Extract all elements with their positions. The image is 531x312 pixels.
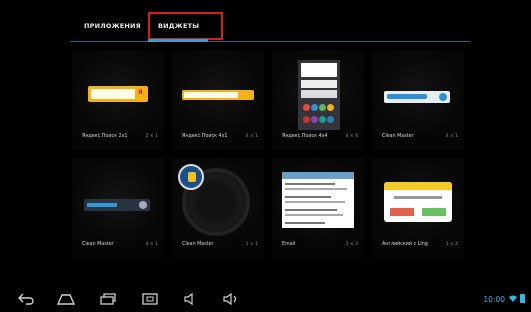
- wifi-icon: [509, 294, 517, 302]
- widget-preview: [372, 50, 464, 134]
- screenshot-icon[interactable]: [138, 292, 162, 308]
- widget-size: 2 × 1: [145, 134, 158, 139]
- widget-label: Email: [282, 242, 296, 247]
- email-preview: [282, 172, 354, 228]
- battery-icon: [520, 294, 525, 303]
- widget-size: 4 × 4: [345, 134, 358, 139]
- volume-up-icon[interactable]: [220, 292, 244, 308]
- email-line: [285, 214, 343, 216]
- back-icon[interactable]: [14, 292, 38, 308]
- boost-icon: [139, 201, 147, 209]
- email-line: [285, 209, 337, 211]
- home-icon[interactable]: [54, 292, 78, 308]
- widget-clean-master-1[interactable]: Clean Master 4 × 1: [372, 50, 464, 150]
- tab-widgets[interactable]: ВИДЖЕТЫ: [148, 12, 223, 40]
- widget-preview: [272, 158, 364, 242]
- widget-preview: [172, 50, 264, 134]
- tab-active-indicator: [148, 39, 208, 42]
- memory-fill: [87, 203, 117, 207]
- widget-yandex-4x1[interactable]: Яндекс.Поиск 4х1 4 × 1: [172, 50, 264, 150]
- email-line: [285, 188, 347, 190]
- boost-icon: [439, 93, 447, 101]
- yandex-field: [91, 89, 135, 99]
- widget-preview: [72, 158, 164, 242]
- tab-apps[interactable]: ПРИЛОЖЕНИЯ: [84, 12, 141, 40]
- clean-master-bar: [384, 91, 450, 103]
- ling-button-yes: [422, 208, 446, 216]
- widget-clean-master-3[interactable]: Clean Master 1 × 1: [172, 158, 264, 258]
- memory-fill: [387, 94, 427, 99]
- widget-size: 3 × 2: [445, 242, 458, 247]
- yandex-logo: Я: [138, 89, 143, 96]
- widget-preview: [172, 158, 264, 242]
- widget-tabs: ПРИЛОЖЕНИЯ ВИДЖЕТЫ: [70, 12, 470, 42]
- widget-preview: [372, 158, 464, 242]
- widget-size: 4 × 1: [245, 134, 258, 139]
- clean-master-boost-icon: [178, 164, 204, 190]
- widget-label: Яндекс.Поиск 2х1: [82, 134, 128, 139]
- widget-clean-master-2[interactable]: Clean Master 4 × 1: [72, 158, 164, 258]
- widget-email[interactable]: Email 3 × 3: [272, 158, 364, 258]
- recents-icon[interactable]: [96, 292, 120, 308]
- yandex-search-bar: Я: [88, 86, 148, 102]
- email-line: [285, 196, 331, 198]
- widget-label: Clean Master: [382, 134, 414, 139]
- widget-label: Яндекс.Поиск 4х4: [282, 134, 328, 139]
- widget-label: Clean Master: [82, 242, 114, 247]
- widget-preview: [272, 50, 364, 134]
- widget-size: 3 × 3: [345, 242, 358, 247]
- ling-preview: [384, 182, 452, 222]
- widget-size: 4 × 1: [145, 242, 158, 247]
- yandex-row: [301, 90, 337, 98]
- yandex-search-bar: [182, 90, 254, 100]
- yandex-app-icons: [303, 116, 335, 126]
- clean-master-dark-bar: [84, 199, 150, 211]
- yandex-app-icons: [303, 104, 335, 114]
- widget-yandex-2x1[interactable]: Я Яндекс.Поиск 2х1 2 × 1: [72, 50, 164, 150]
- ling-button-no: [390, 208, 414, 216]
- widget-yandex-4x4[interactable]: Яндекс.Поиск 4х4 4 × 4: [272, 50, 364, 150]
- widget-label: Английский с Ling: [382, 242, 428, 247]
- email-header: [282, 172, 354, 179]
- yandex-row: [301, 80, 337, 88]
- email-line: [285, 222, 325, 224]
- yandex-field: [184, 92, 238, 98]
- widget-label: Яндекс.Поиск 4х1: [182, 134, 228, 139]
- widget-label: Clean Master: [182, 242, 214, 247]
- widget-grid: Я Яндекс.Поиск 2х1 2 × 1 Яндекс.Поиск 4х…: [72, 50, 464, 260]
- email-line: [285, 201, 345, 203]
- volume-down-icon[interactable]: [180, 292, 204, 308]
- widget-size: 1 × 1: [245, 242, 258, 247]
- yandex-header: [301, 63, 337, 77]
- widget-preview: Я: [72, 50, 164, 134]
- widget-ling[interactable]: Английский с Ling 3 × 2: [372, 158, 464, 258]
- email-line: [285, 183, 335, 185]
- system-nav-bar: [0, 288, 531, 312]
- ling-text: [394, 196, 442, 199]
- widget-size: 4 × 1: [445, 134, 458, 139]
- ling-header: [384, 182, 452, 190]
- clock: 10:00: [483, 295, 505, 304]
- tab-divider: [70, 41, 470, 42]
- yandex-4x4-preview: [298, 60, 340, 130]
